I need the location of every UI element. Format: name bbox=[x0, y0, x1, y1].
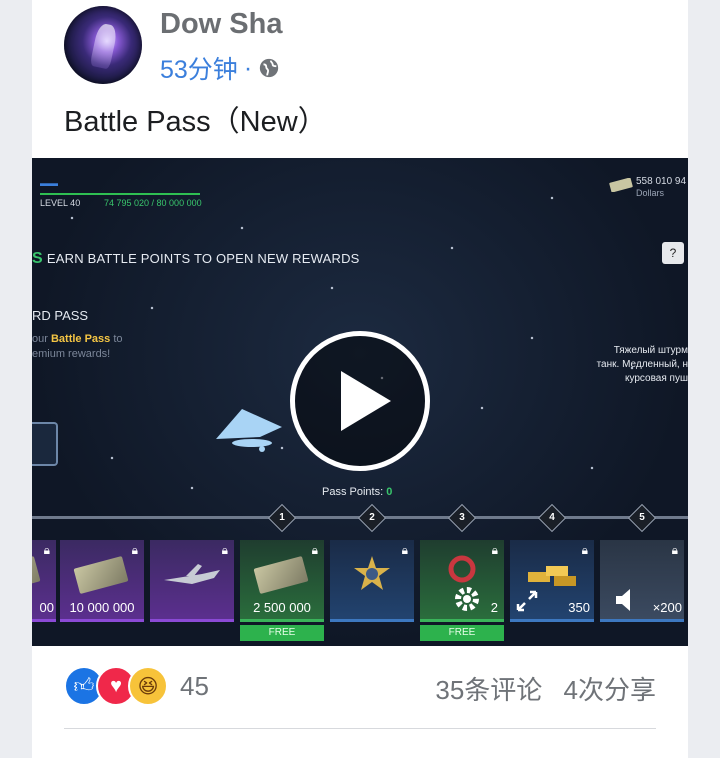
pass-points-value: 0 bbox=[386, 486, 393, 498]
lock-icon: 🔒︎ bbox=[221, 543, 228, 557]
reward-tile-7[interactable]: 🔒︎ ×200 bbox=[600, 540, 684, 622]
pass-desc-part-3: emium rewards! bbox=[32, 348, 111, 360]
banner-prefix: S bbox=[32, 250, 43, 267]
player-rank-badge: ▬▬ bbox=[40, 178, 58, 188]
author-name[interactable]: Dow Sha bbox=[160, 8, 282, 41]
avatar[interactable] bbox=[64, 6, 142, 84]
vehicle-desc-line-1: Тяжелый штурм bbox=[613, 345, 688, 356]
banner-text: EARN BATTLE POINTS TO OPEN NEW REWARDS bbox=[46, 251, 360, 266]
free-tag-1: FREE bbox=[240, 625, 324, 641]
level-label: LEVEL 40 bbox=[40, 198, 81, 208]
pass-desc-part-1: our bbox=[32, 333, 48, 345]
vehicle-desc-line-2: танк. Медленный, н bbox=[596, 359, 688, 370]
globe-icon bbox=[259, 58, 279, 78]
reward-label: 00 bbox=[39, 600, 54, 615]
lock-icon: 🔒︎ bbox=[43, 543, 50, 557]
pass-title: RD PASS bbox=[32, 308, 89, 323]
reward-tile-5[interactable]: 🔒︎ 2 bbox=[420, 540, 504, 622]
lock-icon: 🔒︎ bbox=[131, 543, 138, 557]
post-meta: 53分钟 · bbox=[160, 50, 280, 86]
lock-icon: 🔒︎ bbox=[401, 543, 408, 557]
reactions-bar[interactable]: 👍︎ ♥ 😆︎ 45 bbox=[64, 666, 209, 706]
pass-desc-part-2: to bbox=[113, 333, 123, 345]
left-panel-button[interactable] bbox=[32, 422, 58, 466]
reward-tile-4[interactable]: 🔒︎ bbox=[330, 540, 414, 622]
video-player[interactable]: ▬▬ LEVEL 40 74 795 020 / 80 000 000 558 … bbox=[32, 158, 688, 646]
reward-tile-3[interactable]: 🔒︎ 2 500 000 bbox=[240, 540, 324, 622]
post-time[interactable]: 53分钟 bbox=[160, 50, 238, 86]
reward-label: 2 500 000 bbox=[253, 600, 311, 615]
play-button[interactable] bbox=[290, 331, 430, 471]
lock-icon: 🔒︎ bbox=[311, 543, 318, 557]
spaceship-icon bbox=[216, 409, 282, 452]
help-button[interactable]: ? bbox=[662, 242, 684, 264]
gold-bars-icon bbox=[528, 566, 576, 586]
comments-count[interactable]: 35条评论 bbox=[435, 675, 542, 705]
reward-tile-0[interactable]: 🔒︎ 00 bbox=[32, 540, 56, 622]
pass-desc-highlight: Battle Pass bbox=[50, 333, 111, 345]
battle-pass-banner: S EARN BATTLE POINTS TO OPEN NEW REWARDS bbox=[32, 250, 360, 268]
xp-label: 74 795 020 / 80 000 000 bbox=[104, 198, 202, 208]
shares-count[interactable]: 4次分享 bbox=[564, 675, 656, 705]
reward-label: 2 bbox=[490, 600, 498, 615]
meta-separator: · bbox=[243, 53, 253, 82]
dollars-label: Dollars bbox=[636, 188, 665, 198]
pass-points: Pass Points: 0 bbox=[322, 486, 392, 498]
divider bbox=[64, 728, 656, 729]
reward-tile-2[interactable]: 🔒︎ bbox=[150, 540, 234, 622]
reaction-count[interactable]: 45 bbox=[180, 671, 209, 702]
reward-label: ×200 bbox=[652, 600, 682, 615]
lock-icon: 🔒︎ bbox=[491, 543, 498, 557]
emblem-icon bbox=[354, 556, 390, 590]
reward-label: 10 000 000 bbox=[69, 600, 135, 615]
vehicle-desc-line-3: курсовая пуш bbox=[624, 373, 688, 384]
reward-label: 350 bbox=[568, 600, 590, 615]
wreath-icon bbox=[448, 555, 476, 583]
cash-icon bbox=[609, 178, 633, 192]
play-icon bbox=[341, 371, 391, 431]
haha-icon: 😆︎ bbox=[128, 666, 168, 706]
reward-tile-1[interactable]: 🔒︎ 10 000 000 bbox=[60, 540, 144, 622]
vehicle-description: Тяжелый штурм танк. Медленный, н курсова… bbox=[597, 344, 688, 386]
post-stats: 35条评论 4次分享 bbox=[421, 670, 656, 707]
lock-icon: 🔒︎ bbox=[671, 543, 678, 557]
pass-description: our Battle Pass to emium rewards! bbox=[32, 332, 123, 362]
dollars-amount: 558 010 94 bbox=[636, 176, 687, 187]
pass-points-label: Pass Points: bbox=[322, 486, 384, 498]
aircraft-icon bbox=[164, 564, 220, 584]
reward-tile-6[interactable]: 🔒︎ 350 bbox=[510, 540, 594, 622]
post-card: Dow Sha 53分钟 · Battle Pass（New） ▬▬ LEVEL… bbox=[32, 0, 688, 758]
post-text: Battle Pass（New） bbox=[64, 106, 327, 138]
free-tag-2: FREE bbox=[420, 625, 504, 641]
xp-bar bbox=[40, 193, 200, 195]
lock-icon: 🔒︎ bbox=[581, 543, 588, 557]
